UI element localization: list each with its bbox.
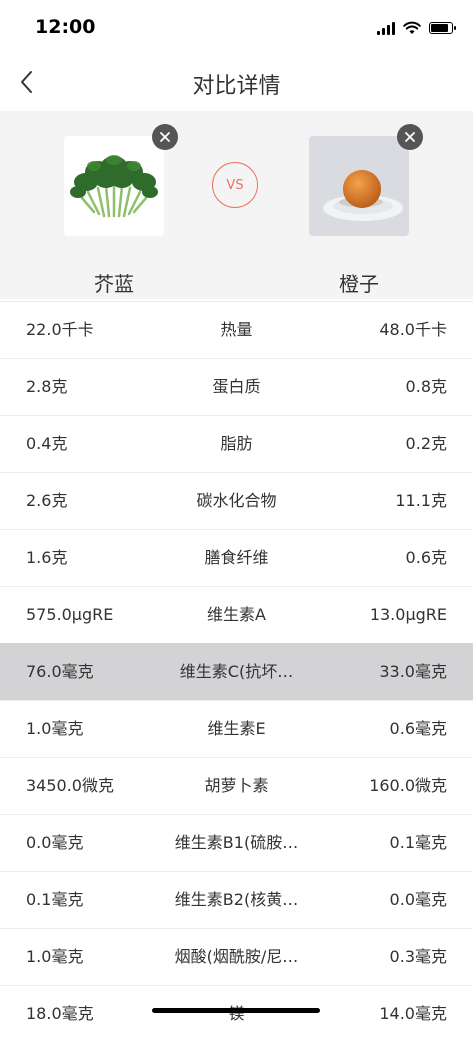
right-value: 0.8克 <box>405 377 447 396</box>
nutrient-row-vitamin-c[interactable]: 76.0毫克 维生素C(抗坏… 33.0毫克 <box>0 643 473 700</box>
right-value: 0.6毫克 <box>389 719 447 738</box>
close-icon <box>405 132 415 142</box>
food-image-orange <box>309 136 409 236</box>
nav-bar: 对比详情 <box>0 56 473 108</box>
right-value: 0.6克 <box>405 548 447 567</box>
wifi-icon <box>403 21 421 34</box>
right-value: 0.0毫克 <box>389 890 447 909</box>
compare-panel: 芥蓝 VS 橙子 <box>0 111 473 299</box>
nutrient-row-vitamin-a: 575.0μgRE 维生素A 13.0μgRE <box>0 586 473 643</box>
right-value: 33.0毫克 <box>379 662 447 681</box>
status-bar: 12:00 <box>0 0 473 56</box>
right-value: 0.2克 <box>405 434 447 453</box>
nutrient-row-vitamin-b2: 0.1毫克 维生素B2(核黄… 0.0毫克 <box>0 871 473 928</box>
battery-icon <box>429 22 456 34</box>
nutrient-row-carbs: 2.6克 碳水化合物 11.1克 <box>0 472 473 529</box>
right-value: 11.1克 <box>395 491 447 510</box>
right-value: 13.0μgRE <box>369 605 447 624</box>
page-title: 对比详情 <box>192 74 281 99</box>
right-value: 48.0千卡 <box>379 320 447 339</box>
food-image-kale <box>64 136 164 236</box>
nutrient-row-magnesium: 18.0毫克 镁 14.0毫克 <box>0 985 473 1042</box>
food-name-left: 芥蓝 <box>94 272 134 296</box>
right-value: 14.0毫克 <box>379 1004 447 1023</box>
home-indicator[interactable] <box>152 1008 320 1013</box>
nutrient-row-carotene: 3450.0微克 胡萝卜素 160.0微克 <box>0 757 473 814</box>
nutrient-row-fiber: 1.6克 膳食纤维 0.6克 <box>0 529 473 586</box>
nutrient-row-vitamin-e: 1.0毫克 维生素E 0.6毫克 <box>0 700 473 757</box>
nutrient-row-fat: 0.4克 脂肪 0.2克 <box>0 415 473 472</box>
nutrient-table: 22.0千卡 热量 48.0千卡 2.8克 蛋白质 0.8克 0.4克 脂肪 0… <box>0 301 473 1042</box>
food-card-right[interactable]: 橙子 <box>309 124 423 296</box>
right-value: 0.1毫克 <box>389 833 447 852</box>
right-value: 160.0微克 <box>369 776 447 795</box>
close-icon <box>160 132 170 142</box>
nutrient-name: 膳食纤维 <box>204 548 269 567</box>
nutrient-row-niacin: 1.0毫克 烟酸(烟酰胺/尼… 0.3毫克 <box>0 928 473 985</box>
remove-right-food-button[interactable] <box>397 124 423 150</box>
nutrient-row-protein: 2.8克 蛋白质 0.8克 <box>0 358 473 415</box>
cellular-signal-icon <box>377 21 395 35</box>
nutrient-row-vitamin-b1: 0.0毫克 维生素B1(硫胺… 0.1毫克 <box>0 814 473 871</box>
food-card-left[interactable]: 芥蓝 <box>64 124 178 296</box>
vs-badge: VS <box>212 162 258 208</box>
food-name-right: 橙子 <box>339 272 379 296</box>
remove-left-food-button[interactable] <box>152 124 178 150</box>
right-value: 0.3毫克 <box>389 947 447 966</box>
status-icons <box>377 18 456 38</box>
status-time: 12:00 <box>35 16 96 38</box>
nutrient-name: 蛋白质 <box>212 377 261 396</box>
nutrient-name: 脂肪 <box>220 434 253 453</box>
nutrient-row-calories: 22.0千卡 热量 48.0千卡 <box>0 301 473 358</box>
